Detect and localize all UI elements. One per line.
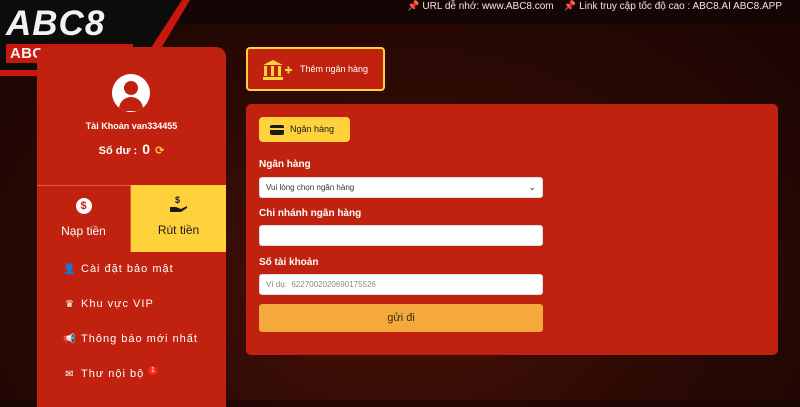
add-bank-button[interactable]: Thêm ngân hàng bbox=[246, 47, 385, 91]
crown-icon: ♛ bbox=[65, 299, 75, 310]
bank-field-label: Ngân hàng bbox=[259, 159, 311, 170]
top-links: 📌 URL dễ nhớ: www.ABC8.com 📌 Link truy cập… bbox=[407, 0, 782, 14]
user-lock-icon: 👤 bbox=[63, 264, 77, 275]
withdraw-label: Rút tiền bbox=[157, 223, 200, 237]
chevron-down-icon: ⌄ bbox=[528, 182, 536, 192]
sidebar-item-security[interactable]: 👤 Cài đặt bảo mật bbox=[37, 252, 226, 287]
url-link[interactable]: 📌 URL dễ nhớ: www.ABC8.com bbox=[407, 0, 554, 14]
username: Tài Khoản van334455 bbox=[85, 121, 178, 131]
withdraw-button[interactable]: $ Rút tiền bbox=[131, 185, 226, 252]
logo-main-text: ABC8 bbox=[6, 4, 106, 43]
avatar-icon bbox=[112, 74, 150, 112]
money-bag-icon: $ bbox=[37, 196, 130, 214]
tab-bank-label: Ngân hàng bbox=[290, 124, 335, 134]
deposit-button[interactable]: $ Nạp tiền bbox=[37, 185, 131, 252]
svg-text:$: $ bbox=[175, 195, 180, 205]
fast-access-link[interactable]: 📌 Link truy cập tốc độ cao : ABC8.AI ABC8… bbox=[564, 0, 782, 14]
account-number-input[interactable] bbox=[259, 274, 543, 295]
submit-button[interactable]: gửi đi bbox=[259, 304, 543, 332]
mail-icon: ✉ bbox=[65, 369, 75, 380]
bank-select[interactable]: Vui lòng chọn ngân hàng ⌄ bbox=[259, 177, 543, 198]
sidebar-item-vip[interactable]: ♛ Khu vực VIP bbox=[37, 287, 226, 322]
balance: Số dư : 0 ⟳ bbox=[37, 141, 226, 157]
pin-icon: 📌 bbox=[563, 1, 577, 12]
pin-icon: 📌 bbox=[406, 1, 420, 12]
account-sidebar: Tài Khoản van334455 Số dư : 0 ⟳ $ Nạp ti… bbox=[37, 47, 226, 407]
bank-add-icon bbox=[263, 60, 292, 80]
card-icon bbox=[270, 125, 284, 135]
add-bank-label: Thêm ngân hàng bbox=[300, 64, 369, 74]
sidebar-item-notifications[interactable]: 📢 Thông báo mới nhất bbox=[37, 322, 226, 357]
deposit-label: Nạp tiền bbox=[61, 224, 106, 238]
refresh-icon[interactable]: ⟳ bbox=[155, 145, 164, 157]
hand-money-icon: $ bbox=[131, 195, 226, 218]
wallet-actions: $ Nạp tiền $ Rút tiền bbox=[37, 185, 226, 252]
megaphone-icon: 📢 bbox=[63, 334, 77, 345]
bank-form-panel: Ngân hàng Ngân hàng Vui lòng chọn ngân h… bbox=[246, 104, 778, 355]
bank-select-value: Vui lòng chọn ngân hàng bbox=[266, 183, 355, 192]
account-field-label: Số tài khoản bbox=[259, 257, 319, 268]
tab-bank[interactable]: Ngân hàng bbox=[259, 117, 350, 142]
unread-badge: 1 bbox=[148, 366, 158, 375]
branch-input[interactable] bbox=[259, 225, 543, 246]
sidebar-menu: 👤 Cài đặt bảo mật ♛ Khu vực VIP 📢 Thông báo… bbox=[37, 252, 226, 392]
sidebar-item-inbox[interactable]: ✉ Thư nội bộ 1 bbox=[37, 357, 226, 392]
balance-label: Số dư : bbox=[98, 145, 138, 157]
profile-card: Tài Khoản van334455 Số dư : 0 ⟳ bbox=[37, 47, 226, 185]
balance-value: 0 bbox=[142, 141, 151, 157]
branch-field-label: Chi nhánh ngân hàng bbox=[259, 208, 362, 219]
